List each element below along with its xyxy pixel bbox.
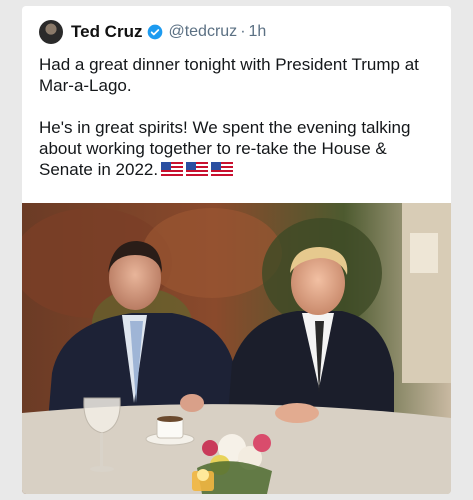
tweet-card[interactable]: Ted Cruz @tedcruz · 1h Had a great dinne… bbox=[22, 6, 451, 494]
us-flag-emoji bbox=[186, 162, 209, 177]
avatar[interactable] bbox=[39, 20, 63, 44]
tweet-paragraph-1: Had a great dinner tonight with Presiden… bbox=[39, 55, 419, 95]
timestamp[interactable]: 1h bbox=[249, 23, 267, 41]
tweet-paragraph-2: He's in great spirits! We spent the even… bbox=[39, 118, 411, 179]
separator-dot: · bbox=[240, 23, 246, 40]
tweet-text: Had a great dinner tonight with Presiden… bbox=[39, 54, 439, 180]
author-name[interactable]: Ted Cruz bbox=[71, 22, 142, 42]
author-handle[interactable]: @tedcruz bbox=[168, 23, 237, 41]
tweet-photo[interactable] bbox=[22, 203, 451, 494]
verified-badge-icon bbox=[148, 24, 163, 40]
us-flag-emoji bbox=[161, 162, 184, 177]
us-flag-emoji bbox=[211, 162, 234, 177]
tweet-header: Ted Cruz @tedcruz · 1h bbox=[39, 18, 266, 46]
